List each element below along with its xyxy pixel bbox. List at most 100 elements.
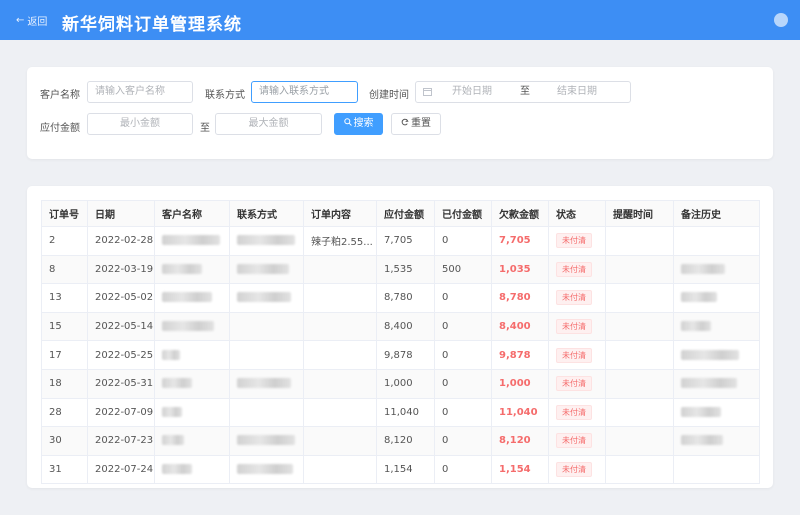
redacted-text (162, 406, 182, 417)
customer-cell (154, 340, 230, 370)
customer-cell (154, 454, 230, 485)
table-row[interactable]: 13 2022-05-02 8,780 0 8,780 未付清 (41, 283, 760, 313)
order-id-cell: 18 (41, 368, 88, 399)
contact-cell (229, 397, 304, 428)
notes-cell (673, 368, 760, 399)
status-cell: 未付清 (548, 283, 606, 313)
table-row[interactable]: 15 2022-05-14 8,400 0 8,400 未付清 (41, 311, 760, 342)
status-cell: 未付清 (548, 311, 606, 342)
order-id-cell: 17 (41, 340, 88, 370)
redacted-text (162, 235, 220, 246)
date-cell: 2022-05-31 (87, 368, 155, 399)
paid-cell: 500 (434, 254, 492, 285)
table-row[interactable]: 2 2022-02-28 辣子粕2.55... 7,705 0 7,705 未付… (41, 226, 760, 256)
reminder-cell (605, 426, 674, 456)
reminder-cell (605, 311, 674, 342)
table-row[interactable]: 31 2022-07-24 1,154 0 1,154 未付清 (41, 454, 760, 485)
contact-cell (229, 454, 304, 485)
customer-cell (154, 426, 230, 456)
paid-cell: 0 (434, 226, 492, 256)
orders-panel: 订单号 日期 客户名称 联系方式 订单内容 应付金额 已付金额 欠款金额 状态 … (27, 186, 773, 488)
column-header[interactable]: 联系方式 (229, 200, 304, 227)
payable-cell: 8,120 (376, 426, 435, 456)
max-amount-input[interactable]: 最大金额 (215, 113, 322, 135)
amount-label: 应付金额 (40, 123, 80, 134)
page-title: 新华饲料订单管理系统 (62, 15, 242, 35)
redacted-text (681, 349, 739, 360)
paid-cell: 0 (434, 454, 492, 485)
table-row[interactable]: 28 2022-07-09 11,040 0 11,040 未付清 (41, 397, 760, 428)
status-cell: 未付清 (548, 340, 606, 370)
column-header[interactable]: 状态 (548, 200, 606, 227)
redacted-text (237, 235, 295, 246)
redacted-text (681, 263, 725, 274)
column-header[interactable]: 欠款金额 (491, 200, 549, 227)
table-row[interactable]: 17 2022-05-25 9,878 0 9,878 未付清 (41, 340, 760, 370)
redacted-text (237, 292, 291, 303)
status-badge: 未付清 (556, 376, 592, 392)
column-header[interactable]: 订单内容 (303, 200, 377, 227)
column-header[interactable]: 客户名称 (154, 200, 230, 227)
status-badge: 未付清 (556, 347, 592, 363)
column-header[interactable]: 日期 (87, 200, 155, 227)
reminder-cell (605, 454, 674, 485)
content-cell (303, 311, 377, 342)
contact-cell (229, 368, 304, 399)
customer-cell (154, 311, 230, 342)
contact-cell (229, 226, 304, 256)
contact-cell (229, 311, 304, 342)
column-header[interactable]: 订单号 (41, 200, 88, 227)
status-cell: 未付清 (548, 426, 606, 456)
column-header[interactable]: 提醒时间 (605, 200, 674, 227)
redacted-text (237, 464, 293, 475)
table-row[interactable]: 18 2022-05-31 1,000 0 1,000 未付清 (41, 368, 760, 399)
order-id-cell: 15 (41, 311, 88, 342)
status-badge: 未付清 (556, 233, 592, 249)
payable-cell: 1,000 (376, 368, 435, 399)
paid-cell: 0 (434, 340, 492, 370)
back-label: 返回 (27, 17, 48, 28)
back-button[interactable]: ← 返回 (16, 13, 47, 28)
customer-input[interactable]: 请输入客户名称 (87, 81, 193, 103)
content-cell (303, 397, 377, 428)
contact-input[interactable]: 请输入联系方式 (251, 81, 358, 103)
notes-cell (673, 311, 760, 342)
payable-cell: 9,878 (376, 340, 435, 370)
status-badge: 未付清 (556, 261, 592, 277)
paid-cell: 0 (434, 397, 492, 428)
contact-cell (229, 283, 304, 313)
payable-cell: 8,400 (376, 311, 435, 342)
content-cell (303, 254, 377, 285)
arrow-left-icon: ← (16, 15, 25, 26)
notes-cell (673, 226, 760, 256)
date-cell: 2022-03-19 (87, 254, 155, 285)
column-header[interactable]: 应付金额 (376, 200, 435, 227)
column-header[interactable]: 已付金额 (434, 200, 492, 227)
end-date-input[interactable]: 结束日期 (557, 82, 597, 102)
status-cell: 未付清 (548, 454, 606, 485)
column-header[interactable]: 备注历史 (673, 200, 760, 227)
avatar[interactable] (774, 13, 788, 27)
table-row[interactable]: 8 2022-03-19 1,535 500 1,035 未付清 (41, 254, 760, 285)
search-icon (343, 114, 352, 134)
payable-cell: 11,040 (376, 397, 435, 428)
owed-cell: 1,154 (491, 454, 549, 485)
search-button[interactable]: 搜索 (334, 113, 383, 135)
min-amount-input[interactable]: 最小金额 (87, 113, 193, 135)
order-id-cell: 30 (41, 426, 88, 456)
customer-cell (154, 368, 230, 399)
table-header-row: 订单号 日期 客户名称 联系方式 订单内容 应付金额 已付金额 欠款金额 状态 … (41, 200, 760, 227)
notes-cell (673, 340, 760, 370)
notes-cell (673, 254, 760, 285)
start-date-input[interactable]: 开始日期 (452, 82, 492, 102)
contact-label: 联系方式 (205, 90, 245, 101)
table-row[interactable]: 30 2022-07-23 8,120 0 8,120 未付清 (41, 426, 760, 456)
owed-cell: 11,040 (491, 397, 549, 428)
date-range-picker[interactable]: 开始日期 至 结束日期 (415, 81, 631, 103)
contact-cell (229, 426, 304, 456)
reset-button[interactable]: 重置 (391, 113, 441, 135)
date-cell: 2022-02-28 (87, 226, 155, 256)
orders-table: 订单号 日期 客户名称 联系方式 订单内容 应付金额 已付金额 欠款金额 状态 … (41, 200, 760, 485)
status-cell: 未付清 (548, 368, 606, 399)
redacted-text (681, 435, 723, 446)
